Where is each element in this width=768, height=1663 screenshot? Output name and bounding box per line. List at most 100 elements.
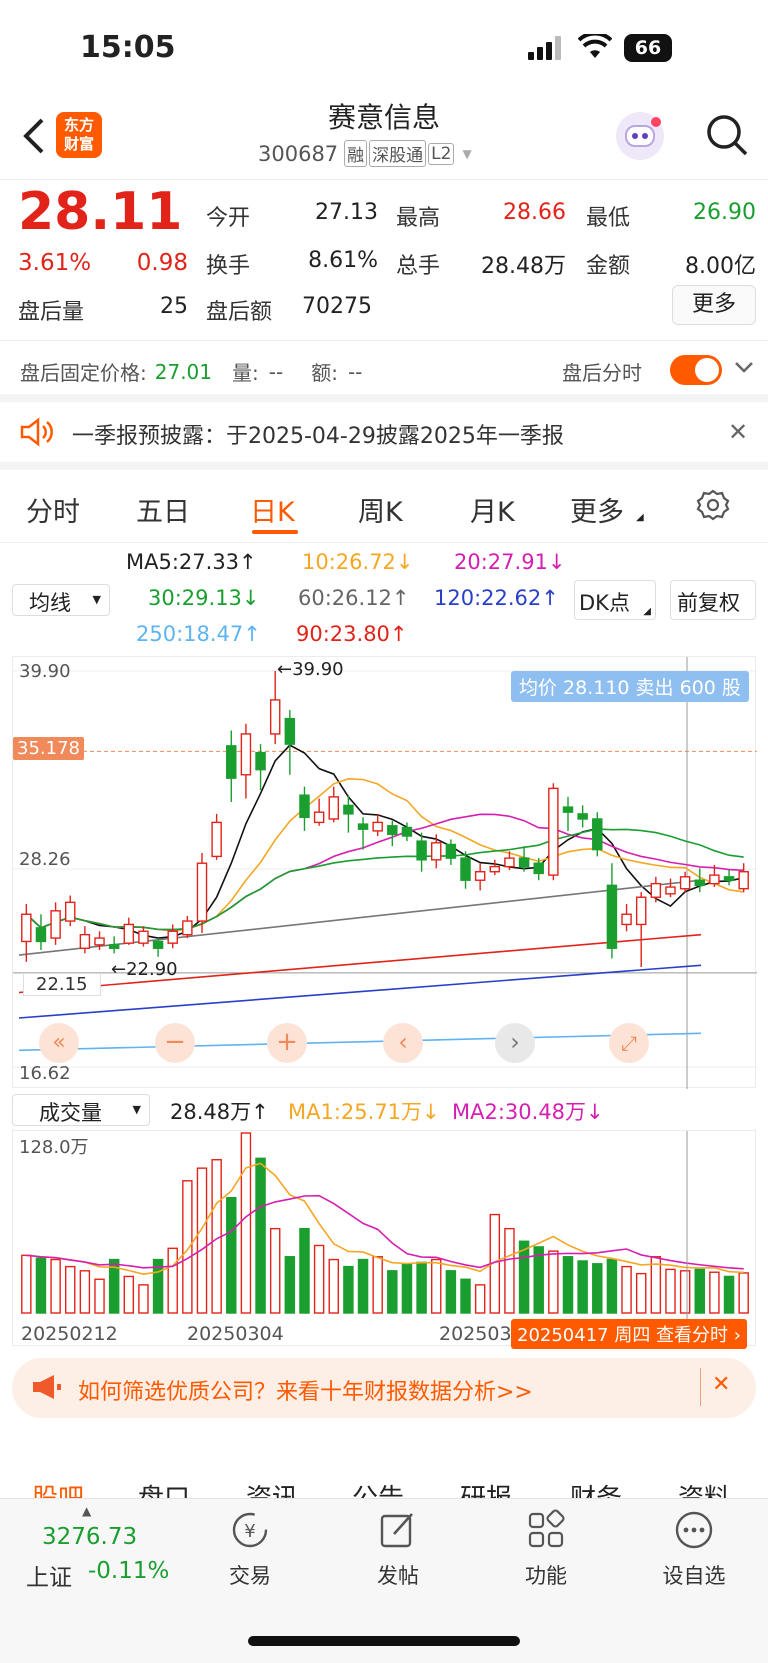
trade-icon: ¥ xyxy=(232,1512,268,1548)
volume-bar xyxy=(504,1227,515,1314)
volume-bar xyxy=(167,1247,178,1314)
avg-trade-info: 均价 28.110 卖出 600 股 xyxy=(511,671,749,702)
section-tab-finance[interactable]: 财务 xyxy=(570,1478,622,1500)
volume-bar xyxy=(123,1275,135,1314)
robot-assistant-icon[interactable] xyxy=(616,112,664,160)
wifi-icon xyxy=(577,31,613,64)
stock-code: 300687 xyxy=(258,141,339,166)
ma20-value: 20:27.91↓ xyxy=(454,550,566,574)
volume-bar xyxy=(445,1270,457,1314)
tab-monthly-k[interactable]: 月K xyxy=(470,490,515,529)
badge-connect: 深股通 xyxy=(369,140,427,167)
amount-label: 金额 xyxy=(586,254,631,279)
tab-more-caret-icon: ◢ xyxy=(636,512,644,523)
volume-bar xyxy=(35,1257,47,1314)
section-tab-research[interactable]: 研报 xyxy=(460,1478,512,1500)
candle-body xyxy=(50,910,61,939)
candle-body xyxy=(35,927,47,943)
candle-body xyxy=(416,840,427,861)
after-amt-label: 盘后额 xyxy=(206,300,273,325)
megaphone-icon xyxy=(30,1372,62,1406)
section-tab-pankou[interactable]: 盘口 xyxy=(138,1478,190,1500)
candle-body xyxy=(533,862,544,875)
after-hours-bar: 盘后固定价格: 27.01 量: -- 额: -- 盘后分时 xyxy=(0,340,768,402)
volume-bar xyxy=(738,1272,749,1314)
settings-gear-icon[interactable] xyxy=(696,488,730,526)
kline-chart[interactable]: 39.90 28.26 16.62 35.178 22.15 ←39.90 ←2… xyxy=(12,656,757,1089)
candle-body xyxy=(723,876,735,881)
candle-body xyxy=(431,842,442,861)
index-value[interactable]: 3276.73 xyxy=(42,1524,137,1550)
candle-body xyxy=(621,913,632,926)
promo-text: 如何筛选优质公司？来看十年财报数据分析>> xyxy=(78,1380,533,1405)
chevron-down-icon[interactable] xyxy=(734,359,754,379)
volume-bar xyxy=(328,1258,339,1314)
after-hours-toggle[interactable] xyxy=(670,355,722,385)
ma-selector[interactable]: 均线 ▼ xyxy=(12,584,110,616)
dk-point-selector[interactable]: DK点 ◢ xyxy=(574,580,656,620)
nav-function[interactable]: 功能 xyxy=(496,1508,596,1590)
tab-intraday[interactable]: 分时 xyxy=(26,490,80,529)
scroll-start-icon[interactable]: « xyxy=(39,1023,79,1063)
zoom-in-icon[interactable]: + xyxy=(267,1023,307,1063)
more-button[interactable]: 更多 xyxy=(672,285,756,325)
tab-weekly-k[interactable]: 周K xyxy=(358,490,403,529)
candle-body xyxy=(577,813,588,820)
scroll-left-icon[interactable]: ‹ xyxy=(383,1023,423,1063)
nav-function-label: 功能 xyxy=(525,1564,567,1588)
tab-more[interactable]: 更多 xyxy=(570,490,624,529)
search-icon[interactable] xyxy=(704,112,750,162)
kline-svg xyxy=(13,657,757,1089)
candle-body xyxy=(445,843,457,859)
candle-body xyxy=(738,871,749,890)
zoom-out-icon[interactable]: − xyxy=(155,1023,195,1063)
volume-bar xyxy=(21,1254,32,1314)
volume-ma2: MA2:30.48万↓ xyxy=(452,1100,604,1124)
close-icon[interactable]: ✕ xyxy=(728,418,748,446)
nav-watchlist[interactable]: 设自选 xyxy=(644,1508,744,1590)
notice-bar[interactable]: 一季报预披露：于2025-04-29披露2025年一季报 ✕ xyxy=(0,402,768,470)
section-tab-news[interactable]: 资讯 xyxy=(246,1478,298,1500)
tab-daily-k[interactable]: 日K xyxy=(250,490,295,529)
more-dots-icon xyxy=(675,1511,713,1549)
date-tooltip[interactable]: 20250417 周四 查看分时 › xyxy=(511,1319,747,1349)
stock-code-row[interactable]: 300687 融 深股通 L2 ▼ xyxy=(258,140,472,167)
section-tab-guba[interactable]: 股吧 xyxy=(32,1478,84,1500)
y-axis-low: 16.62 xyxy=(19,1063,71,1084)
volume-bar xyxy=(94,1278,105,1314)
dropdown-arrow-icon: ▼ xyxy=(92,593,101,606)
candle-body xyxy=(665,886,676,895)
promo-close-icon[interactable]: ✕ xyxy=(712,1372,730,1397)
volume-bar xyxy=(474,1284,486,1314)
nav-trade[interactable]: ¥ 交易 xyxy=(200,1508,300,1590)
tab-active-indicator xyxy=(252,530,298,534)
candle-body xyxy=(635,896,647,926)
candle-body xyxy=(94,937,105,946)
price-adjust-button[interactable]: 前复权 xyxy=(670,580,756,620)
volume-bar xyxy=(284,1256,296,1314)
scroll-right-icon[interactable]: › xyxy=(495,1023,535,1063)
candle-body xyxy=(592,818,603,851)
ma-selector-label: 均线 xyxy=(29,591,71,615)
last-price: 28.11 xyxy=(18,182,183,242)
chevron-right-icon: › xyxy=(733,1325,741,1346)
section-tab-profile[interactable]: 资料 xyxy=(678,1478,730,1500)
volume-bar xyxy=(665,1268,676,1314)
promo-banner[interactable]: 如何筛选优质公司？来看十年财报数据分析>> ✕ xyxy=(12,1358,756,1418)
volume-bar xyxy=(577,1260,588,1314)
volume-selector[interactable]: 成交量 ▼ xyxy=(12,1094,150,1126)
signal-icon xyxy=(528,36,564,64)
after-hours-toggle-label: 盘后分时 xyxy=(562,361,642,385)
tab-5day[interactable]: 五日 xyxy=(136,490,190,529)
low-value: 26.90 xyxy=(693,200,756,225)
after-amt2: -- xyxy=(347,359,363,384)
section-tab-notice[interactable]: 公告 xyxy=(352,1478,404,1500)
nav-post[interactable]: 发帖 xyxy=(348,1508,448,1590)
volume-chart[interactable]: 128.0万 20250212 20250304 20250326 202504… xyxy=(12,1130,756,1349)
battery-level: 66 xyxy=(634,37,662,59)
fullscreen-icon[interactable]: ⤢ xyxy=(609,1023,649,1063)
home-indicator xyxy=(248,1636,520,1646)
volume-bar xyxy=(313,1244,325,1314)
change-pct: 3.61% xyxy=(18,250,92,276)
volume-bar xyxy=(50,1258,61,1314)
